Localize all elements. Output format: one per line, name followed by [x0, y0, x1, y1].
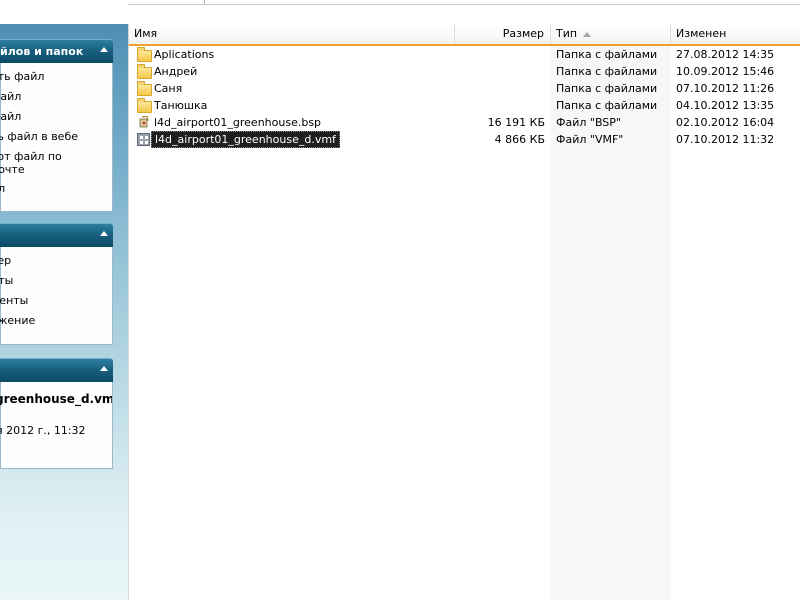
file-name: Андрей — [154, 65, 198, 78]
folder-icon — [137, 81, 152, 96]
details-filename: greenhouse_d.vm — [0, 392, 112, 406]
type-cell: Файл "BSP" — [556, 116, 621, 129]
column-size-label: Размер — [502, 27, 544, 40]
modified-cell: 10.09.2012 15:46 — [676, 65, 775, 78]
file-tasks-header[interactable]: йлов и папок — [0, 39, 113, 63]
file-row[interactable]: Aplications Папка с файлами 27.08.2012 1… — [129, 46, 800, 63]
task-item-rename[interactable]: ать файл — [0, 67, 112, 87]
file-tasks-body: ать файл файл файл ть файл в вебе тот фа… — [0, 63, 113, 212]
folder-icon — [137, 47, 152, 62]
sort-ascending-icon — [583, 31, 592, 37]
size-cell — [455, 63, 545, 80]
details-header[interactable] — [0, 358, 113, 382]
name-cell: l4d_airport01_greenhouse.bsp — [134, 114, 454, 131]
details-modified-date: ря 2012 г., 11:32 — [0, 424, 86, 437]
collapse-icon[interactable] — [100, 366, 108, 371]
column-header-modified[interactable]: Изменен — [671, 24, 800, 44]
name-cell: l4d_airport01_greenhouse_d.vmf — [134, 131, 454, 148]
file-row-selected[interactable]: l4d_airport01_greenhouse_d.vmf 4 866 КБ … — [129, 131, 800, 148]
task-item-email[interactable]: тот файл по почте — [0, 147, 112, 179]
collapse-icon[interactable] — [100, 47, 108, 52]
place-item-network[interactable]: ужение — [0, 311, 112, 331]
type-cell: Папка с файлами — [556, 99, 658, 112]
column-name-label: Имя — [134, 27, 158, 40]
name-cell: Aplications — [134, 46, 454, 63]
type-cell: Файл "VMF" — [556, 133, 624, 146]
column-modified-label: Изменен — [676, 27, 727, 40]
file-name: Танюшка — [154, 99, 208, 112]
other-places-body: тер нты менты ужение — [0, 247, 113, 345]
size-cell — [455, 80, 545, 97]
name-cell: Танюшка — [134, 97, 454, 114]
column-header-type[interactable]: Тип — [551, 24, 671, 44]
file-name: Саня — [154, 82, 183, 95]
file-row[interactable]: Андрей Папка с файлами 10.09.2012 15:46 — [129, 63, 800, 80]
file-tasks-section: йлов и папок ать файл файл файл ть файл … — [0, 39, 113, 212]
folder-icon — [137, 98, 152, 113]
type-cell: Папка с файлами — [556, 48, 658, 61]
other-places-header[interactable] — [0, 223, 113, 247]
task-pane: йлов и папок ать файл файл файл ть файл … — [0, 24, 128, 600]
folder-icon — [137, 64, 152, 79]
task-item-delete[interactable]: йл — [0, 179, 112, 199]
collapse-icon[interactable] — [100, 231, 108, 236]
task-item-copy[interactable]: файл — [0, 107, 112, 127]
column-header-size[interactable]: Размер — [455, 24, 551, 44]
size-cell — [455, 46, 545, 63]
address-strip — [0, 0, 800, 24]
details-section: greenhouse_d.vm ря 2012 г., 11:32 — [0, 358, 113, 469]
type-cell: Папка с файлами — [556, 65, 658, 78]
size-cell: 4 866 КБ — [494, 133, 545, 146]
divider-tick — [204, 0, 205, 4]
task-item-publish[interactable]: ть файл в вебе — [0, 127, 112, 147]
column-header-name[interactable]: Имя — [129, 24, 455, 44]
details-body: greenhouse_d.vm ря 2012 г., 11:32 — [0, 382, 113, 469]
size-cell — [455, 97, 545, 114]
name-cell: Андрей — [134, 63, 454, 80]
file-name: l4d_airport01_greenhouse_d.vmf — [151, 131, 340, 148]
divider — [128, 4, 800, 5]
file-name: Aplications — [154, 48, 215, 61]
file-tasks-title: йлов и папок — [0, 45, 84, 58]
place-item-documents[interactable]: нты — [0, 271, 112, 291]
column-header-row: Имя Размер Тип Изменен — [129, 24, 800, 46]
file-row[interactable]: l4d_airport01_greenhouse.bsp 16 191 КБ Ф… — [129, 114, 800, 131]
type-cell: Папка с файлами — [556, 82, 658, 95]
file-list[interactable]: Имя Размер Тип Изменен Aplications Папка… — [128, 24, 800, 600]
file-row[interactable]: Саня Папка с файлами 07.10.2012 11:26 — [129, 80, 800, 97]
vmf-file-icon — [137, 133, 150, 146]
name-cell: Саня — [134, 80, 454, 97]
modified-cell: 27.08.2012 14:35 — [676, 48, 775, 61]
modified-cell: 07.10.2012 11:32 — [676, 133, 775, 146]
place-item-shared-documents[interactable]: менты — [0, 291, 112, 311]
bsp-file-icon — [139, 116, 149, 128]
task-item-move[interactable]: файл — [0, 87, 112, 107]
file-name: l4d_airport01_greenhouse.bsp — [154, 116, 322, 129]
file-row[interactable]: Танюшка Папка с файлами 04.10.2012 13:35 — [129, 97, 800, 114]
column-type-label: Тип — [556, 27, 578, 40]
size-cell: 16 191 КБ — [487, 116, 545, 129]
modified-cell: 07.10.2012 11:26 — [676, 82, 775, 95]
modified-cell: 04.10.2012 13:35 — [676, 99, 775, 112]
place-item-computer[interactable]: тер — [0, 251, 112, 271]
other-places-section: тер нты менты ужение — [0, 223, 113, 345]
modified-cell: 02.10.2012 16:04 — [676, 116, 775, 129]
